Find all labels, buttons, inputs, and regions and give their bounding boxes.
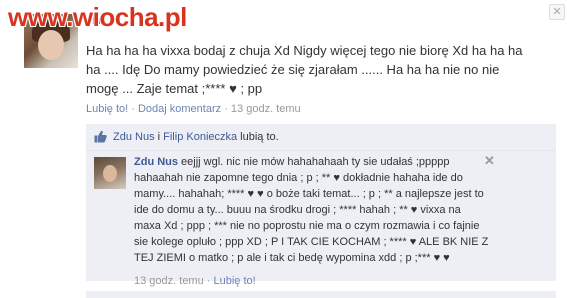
watermark-logo: www.wiocha.pl: [8, 2, 187, 32]
comment-text: eejjj wgl. nic nie mów hahahahaah ty sie…: [134, 156, 489, 264]
liker-name[interactable]: Zdu Nus: [113, 131, 155, 143]
comment-meta: 13 godz. temu · Lubię to!: [134, 275, 256, 287]
liker-name[interactable]: Filip Konieczka: [163, 131, 237, 143]
post-text: Ha ha ha ha vixxa bodaj z chuja Xd Nigdy…: [86, 43, 523, 96]
comment-author-name[interactable]: Zdu Nus: [134, 156, 178, 168]
delete-comment-icon[interactable]: ✕: [484, 153, 495, 169]
comment-timestamp[interactable]: 13 godz. temu: [134, 275, 204, 287]
comment-body: Zdu Nus eejjj wgl. nic nie mów hahahahaa…: [134, 154, 489, 266]
comment-like-link[interactable]: Lubię to!: [214, 275, 256, 287]
comment-author-avatar[interactable]: [94, 157, 126, 189]
likes-text: Zdu Nus i Filip Konieczka lubią to.: [113, 131, 279, 143]
comment-input-area[interactable]: [86, 291, 556, 298]
like-link[interactable]: Lubię to!: [86, 103, 128, 115]
meta-separator: ·: [221, 103, 231, 115]
comment: Zdu Nus eejjj wgl. nic nie mów hahahahaa…: [86, 151, 556, 287]
post-meta: Lubię to! · Dodaj komentarz · 13 godz. t…: [86, 103, 301, 115]
post-timestamp[interactable]: 13 godz. temu: [231, 103, 301, 115]
thumbs-up-icon: [94, 130, 107, 143]
meta-separator: ·: [128, 103, 138, 115]
close-icon[interactable]: ✕: [549, 4, 565, 20]
likes-bar: Zdu Nus i Filip Konieczka lubią to.: [86, 124, 556, 151]
add-comment-link[interactable]: Dodaj komentarz: [138, 103, 221, 115]
